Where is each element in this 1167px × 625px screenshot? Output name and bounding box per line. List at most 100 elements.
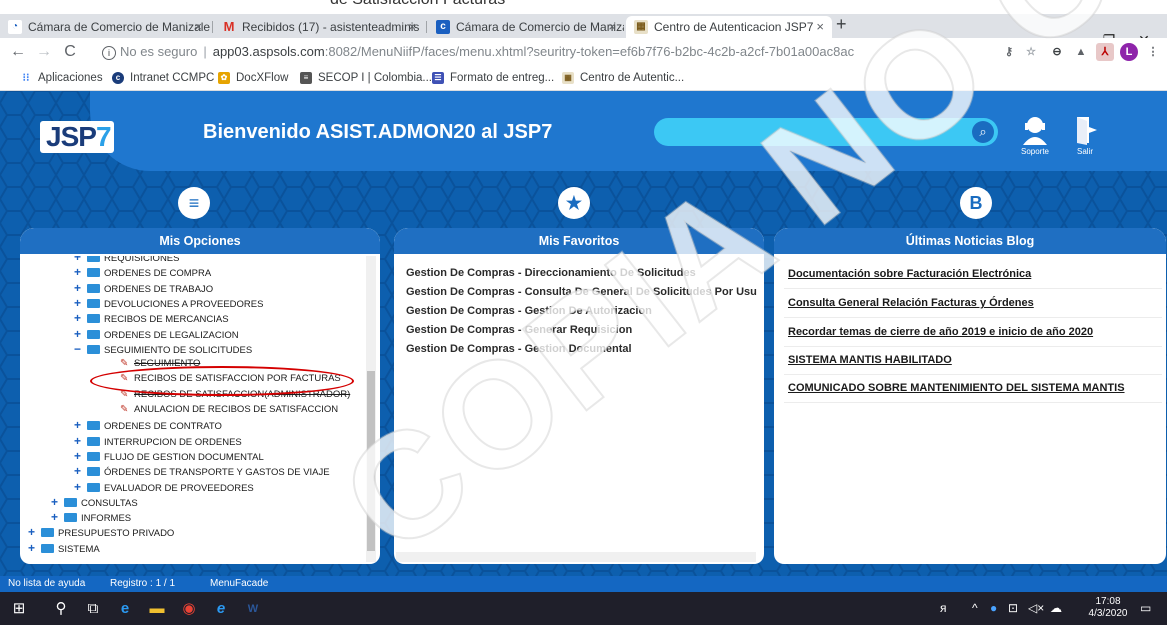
- expand-icon[interactable]: +: [51, 509, 61, 525]
- new-tab-button[interactable]: +: [836, 14, 847, 35]
- expand-icon[interactable]: +: [74, 463, 84, 479]
- expand-icon[interactable]: +: [51, 494, 61, 510]
- favorites-hscrollbar[interactable]: [396, 552, 756, 562]
- notifications-icon[interactable]: ▭: [1140, 601, 1151, 615]
- expand-icon[interactable]: +: [74, 417, 84, 433]
- file-explorer-icon[interactable]: ▬: [146, 598, 168, 620]
- taskbar-clock[interactable]: 17:08 4/3/2020: [1080, 596, 1136, 620]
- close-tab-icon[interactable]: ×: [194, 16, 202, 38]
- bookmark-intranet[interactable]: c Intranet CCMPC: [112, 70, 214, 86]
- people-icon[interactable]: ᴙ: [940, 601, 947, 615]
- tree-folder[interactable]: + PRESUPUESTO PRIVADO: [28, 524, 174, 540]
- support-button[interactable]: Soporte: [1015, 115, 1055, 156]
- close-tab-icon[interactable]: ×: [408, 16, 416, 38]
- folder-icon: [64, 513, 77, 523]
- chrome-icon[interactable]: ◉: [178, 598, 200, 620]
- tree-folder[interactable]: + ORDENES DE COMPRA: [74, 264, 211, 280]
- news-link[interactable]: Recordar temas de cierre de año 2019 e i…: [788, 326, 1093, 338]
- search-icon[interactable]: ⚲: [50, 598, 72, 620]
- news-link[interactable]: COMUNICADO SOBRE MANTENIMIENTO DEL SISTE…: [788, 382, 1125, 394]
- bookmark-secop[interactable]: ≡ SECOP I | Colombia...: [300, 70, 432, 86]
- bookmark-apps[interactable]: ⁝⁝ Aplicaciones: [20, 70, 103, 86]
- profile-avatar[interactable]: L: [1120, 43, 1138, 61]
- forward-icon[interactable]: →: [34, 42, 54, 62]
- tree-folder[interactable]: + RECIBOS DE MERCANCIAS: [74, 310, 229, 326]
- favorite-link[interactable]: Gestion De Compras - Gestion Documental: [406, 343, 632, 355]
- expand-icon[interactable]: +: [74, 448, 84, 464]
- drive-icon[interactable]: ▲: [1072, 43, 1090, 61]
- exit-button[interactable]: Salir: [1065, 115, 1105, 156]
- pdf-extension-icon[interactable]: ⅄: [1096, 43, 1114, 61]
- tree-folder[interactable]: + ÓRDENES DE TRANSPORTE Y GASTOS DE VIAJE: [74, 463, 330, 479]
- favorite-link[interactable]: Gestion De Compras - Consulta De General…: [406, 286, 757, 298]
- internet-explorer-icon[interactable]: e: [210, 598, 232, 620]
- tree-folder[interactable]: + DEVOLUCIONES A PROVEEDORES: [74, 295, 263, 311]
- tree-item[interactable]: ✎ ANULACION DE RECIBOS DE SATISFACCION: [120, 402, 338, 418]
- favorite-link[interactable]: Gestion De Compras - Direccionamiento De…: [406, 267, 696, 279]
- url-bar[interactable]: i No es seguro | app03.aspsols.com:8082/Men…: [102, 41, 982, 63]
- tray-chevron-icon[interactable]: ^: [972, 601, 978, 615]
- tree-folder[interactable]: + SISTEMA: [28, 540, 100, 556]
- tab-ccm-2[interactable]: c Cámara de Comercio de Manizale ×: [428, 16, 624, 38]
- expand-icon[interactable]: +: [74, 433, 84, 449]
- bookmark-formato[interactable]: ☰ Formato de entreg...: [432, 70, 554, 86]
- collapse-icon[interactable]: −: [74, 341, 84, 357]
- tree-label: RECIBOS DE MERCANCIAS: [104, 314, 229, 326]
- expand-icon[interactable]: +: [74, 280, 84, 296]
- close-tab-icon[interactable]: ×: [608, 16, 616, 38]
- back-icon[interactable]: ←: [8, 42, 28, 62]
- tree-folder[interactable]: + ORDENES DE CONTRATO: [74, 417, 222, 433]
- key-icon[interactable]: ⚷: [1000, 43, 1018, 61]
- network-icon[interactable]: ⊡: [1008, 601, 1018, 615]
- expand-icon[interactable]: +: [74, 295, 84, 311]
- ccm-icon: ◔: [8, 20, 22, 34]
- tree-folder[interactable]: + CONSULTAS: [51, 494, 138, 510]
- options-scrollbar[interactable]: [366, 256, 376, 562]
- blogger-icon[interactable]: B: [960, 187, 992, 219]
- expand-icon[interactable]: +: [74, 479, 84, 495]
- tree-label: ORDENES DE CONTRATO: [104, 421, 222, 433]
- extension-icon[interactable]: ⊖: [1048, 43, 1066, 61]
- reload-icon[interactable]: C: [60, 42, 80, 62]
- record-status: Registro : 1 / 1: [110, 578, 176, 589]
- edge-icon[interactable]: e: [114, 598, 136, 620]
- star-favorites-icon[interactable]: ★: [558, 187, 590, 219]
- info-icon[interactable]: i: [102, 45, 116, 60]
- word-icon[interactable]: W: [242, 598, 264, 620]
- tree-folder[interactable]: − SEGUIMIENTO DE SOLICITUDES: [74, 341, 252, 357]
- tree-folder[interactable]: + EVALUADOR DE PROVEEDORES: [74, 479, 254, 495]
- menu-dots-icon[interactable]: ⋮: [1144, 43, 1162, 61]
- tray-app-icon[interactable]: ●: [990, 601, 997, 615]
- tree-folder[interactable]: + FLUJO DE GESTION DOCUMENTAL: [74, 448, 264, 464]
- tree-folder[interactable]: + ORDENES DE LEGALIZACION: [74, 326, 239, 342]
- scrollbar-thumb[interactable]: [367, 371, 375, 551]
- tree-folder[interactable]: + INFORMES: [51, 509, 131, 525]
- onedrive-icon[interactable]: ☁: [1050, 601, 1062, 615]
- news-link[interactable]: Consulta General Relación Facturas y Órd…: [788, 297, 1034, 309]
- news-link[interactable]: Documentación sobre Facturación Electrón…: [788, 268, 1031, 280]
- expand-icon[interactable]: +: [74, 264, 84, 280]
- tree-folder[interactable]: + ORDENES DE TRABAJO: [74, 280, 213, 296]
- favorite-link[interactable]: Gestion De Compras - Gestion De Autoriza…: [406, 305, 652, 317]
- tab-ccm-1[interactable]: ◔ Cámara de Comercio de Manizale ×: [0, 16, 210, 38]
- expand-icon[interactable]: +: [74, 310, 84, 326]
- expand-icon[interactable]: +: [28, 540, 38, 556]
- bookmark-centro[interactable]: ▦ Centro de Autentic...: [562, 70, 684, 86]
- close-tab-icon[interactable]: ×: [816, 16, 824, 38]
- search-icon[interactable]: ⌕: [972, 121, 994, 143]
- expand-icon[interactable]: +: [74, 326, 84, 342]
- volume-icon[interactable]: ◁×: [1028, 601, 1044, 615]
- expand-icon[interactable]: +: [28, 524, 38, 540]
- tab-gmail[interactable]: M Recibidos (17) - asistenteadminis ×: [214, 16, 424, 38]
- tab-jsp7-active[interactable]: ▦ Centro de Autenticacion JSP7 ×: [626, 16, 832, 38]
- star-bookmark-icon[interactable]: ☆: [1022, 43, 1040, 61]
- task-view-icon[interactable]: ⧉: [82, 598, 104, 620]
- news-link[interactable]: SISTEMA MANTIS HABILITADO: [788, 354, 952, 366]
- search-input[interactable]: ⌕: [654, 118, 998, 146]
- favorite-link[interactable]: Gestion De Compras - Generar Requisicion: [406, 324, 632, 336]
- folder-icon: [87, 329, 100, 339]
- list-menu-icon[interactable]: ≡: [178, 187, 210, 219]
- bookmark-docxflow[interactable]: ✿ DocXFlow: [218, 70, 288, 86]
- windows-start-icon[interactable]: ⊞: [8, 598, 30, 620]
- tree-folder[interactable]: + INTERRUPCION DE ORDENES: [74, 433, 242, 449]
